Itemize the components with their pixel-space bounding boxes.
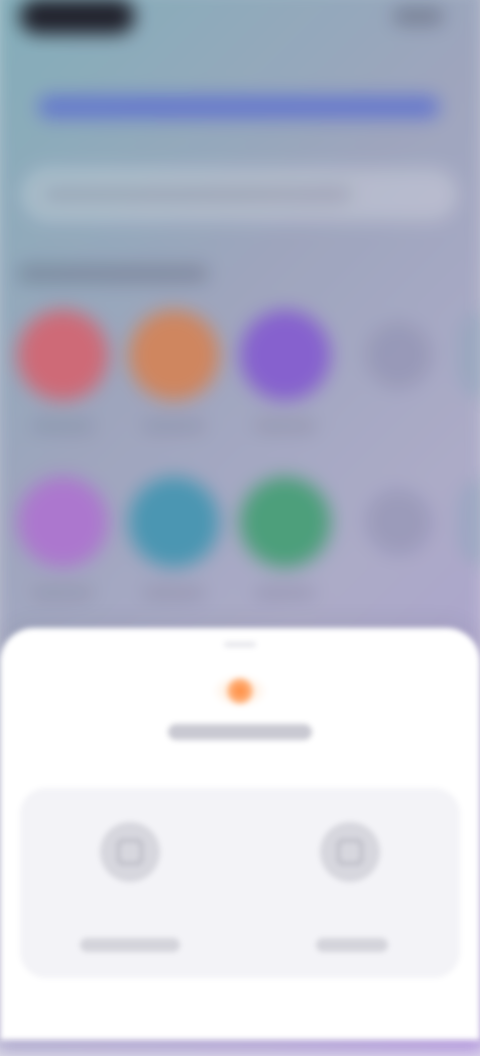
sheet-grabber[interactable]	[224, 642, 256, 647]
sheet-option-right[interactable]	[240, 788, 460, 978]
option-icon	[320, 822, 380, 882]
bottom-sheet	[0, 628, 480, 1040]
sheet-options	[20, 788, 460, 978]
sheet-option-left[interactable]	[20, 788, 240, 978]
option-label	[80, 938, 180, 952]
spark-icon	[212, 674, 268, 708]
option-label	[316, 938, 388, 952]
option-icon	[100, 822, 160, 882]
sheet-title	[168, 724, 312, 740]
